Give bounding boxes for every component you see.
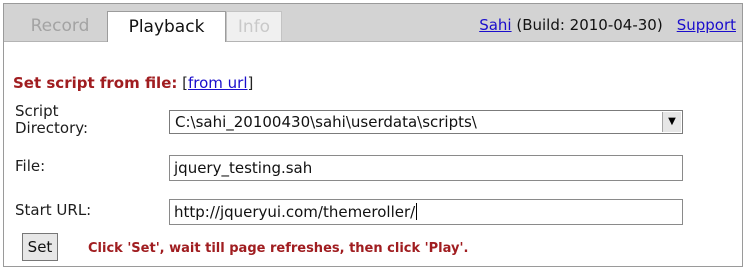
build-label: (Build: 2010-04-30): [511, 16, 663, 34]
sahi-link[interactable]: Sahi: [479, 16, 511, 34]
instruction-hint: Click 'Set', wait till page refreshes, t…: [88, 241, 469, 256]
set-button[interactable]: Set: [22, 233, 58, 261]
text-caret: [416, 203, 418, 220]
script-directory-select[interactable]: C:\sahi_20100430\sahi\userdata\scripts\ …: [169, 110, 683, 134]
tab-bar: Record Playback Info Sahi (Build: 2010-0…: [4, 4, 742, 42]
build-info: Sahi (Build: 2010-04-30) Support: [479, 16, 736, 34]
heading-label: Set script from file:: [13, 74, 178, 92]
script-directory-value: C:\sahi_20100430\sahi\userdata\scripts\: [175, 113, 477, 131]
sahi-controller-window: Record Playback Info Sahi (Build: 2010-0…: [3, 3, 743, 267]
section-heading: Set script from file: [from url]: [13, 74, 254, 92]
file-label: File:: [15, 157, 46, 175]
file-input[interactable]: jquery_testing.sah: [169, 155, 683, 181]
tab-info[interactable]: Info: [226, 11, 282, 41]
tab-playback[interactable]: Playback: [107, 11, 226, 42]
file-value: jquery_testing.sah: [174, 159, 313, 177]
script-directory-label: Script Directory:: [15, 102, 89, 137]
support-link[interactable]: Support: [677, 16, 736, 34]
start-url-input[interactable]: http://jqueryui.com/themeroller/: [169, 199, 683, 225]
from-url-link[interactable]: from url: [188, 74, 248, 92]
start-url-value: http://jqueryui.com/themeroller/: [174, 203, 416, 221]
start-url-label: Start URL:: [15, 201, 92, 219]
tab-record[interactable]: Record: [13, 11, 107, 41]
chevron-down-icon[interactable]: ▼: [662, 112, 681, 132]
